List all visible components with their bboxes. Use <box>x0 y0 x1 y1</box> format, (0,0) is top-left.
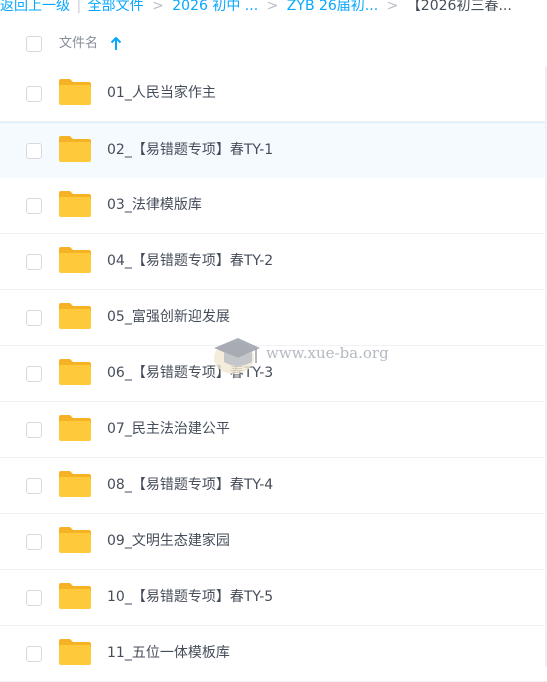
file-row[interactable]: 11_五位一体模板库 <box>0 626 547 682</box>
row-checkbox[interactable] <box>26 198 42 214</box>
row-checkbox[interactable] <box>26 254 42 270</box>
folder-icon <box>59 359 91 385</box>
row-checkbox[interactable] <box>26 86 42 102</box>
folder-icon <box>59 527 91 553</box>
folder-icon <box>59 79 91 105</box>
breadcrumb-divider: | <box>76 0 82 14</box>
folder-icon <box>59 303 91 329</box>
folder-icon <box>59 191 91 217</box>
row-checkbox[interactable] <box>26 478 42 494</box>
file-name[interactable]: 07_民主法治建公平 <box>107 420 230 438</box>
file-name[interactable]: 09_文明生态建家园 <box>107 532 230 550</box>
row-checkbox[interactable] <box>26 422 42 438</box>
breadcrumb-current: 【2026初三春... <box>406 0 512 14</box>
folder-icon <box>59 471 91 497</box>
breadcrumb-level-2[interactable]: ZYB 26届初... <box>287 0 378 13</box>
file-name[interactable]: 08_【易错题专项】春TY-4 <box>107 476 273 494</box>
row-checkbox[interactable] <box>26 143 42 159</box>
file-name[interactable]: 04_【易错题专项】春TY-2 <box>107 252 273 270</box>
file-name[interactable]: 01_人民当家作主 <box>107 84 216 102</box>
breadcrumb-all-files[interactable]: 全部文件 <box>88 0 144 13</box>
graduation-cap-icon <box>214 338 260 374</box>
file-name[interactable]: 10_【易错题专项】春TY-5 <box>107 588 273 606</box>
folder-icon <box>59 583 91 609</box>
file-list-header: 文件名 <box>0 19 547 67</box>
file-row[interactable]: 02_【易错题专项】春TY-1 <box>0 122 547 179</box>
breadcrumb-level-1[interactable]: 2026 初中 ... <box>172 0 258 13</box>
breadcrumb: 返回上一级 | 全部文件 > 2026 初中 ... > ZYB 26届初...… <box>0 0 547 16</box>
breadcrumb-arrow: > <box>266 0 279 14</box>
watermark: www.xue-ba.org <box>208 330 398 380</box>
file-row[interactable]: 07_民主法治建公平 <box>0 402 547 458</box>
row-checkbox[interactable] <box>26 646 42 662</box>
row-checkbox[interactable] <box>26 310 42 326</box>
row-checkbox[interactable] <box>26 534 42 550</box>
breadcrumb-arrow: > <box>386 0 399 14</box>
file-name[interactable]: 02_【易错题专项】春TY-1 <box>107 141 273 159</box>
folder-icon <box>59 639 91 665</box>
row-checkbox[interactable] <box>26 366 42 382</box>
file-name[interactable]: 03_法律模版库 <box>107 196 202 214</box>
watermark-text: www.xue-ba.org <box>266 344 389 362</box>
back-link[interactable]: 返回上一级 <box>0 0 70 13</box>
file-row[interactable]: 04_【易错题专项】春TY-2 <box>0 234 547 290</box>
file-name[interactable]: 11_五位一体模板库 <box>107 644 230 662</box>
column-header-filename[interactable]: 文件名 <box>59 35 98 53</box>
file-row[interactable]: 01_人民当家作主 <box>0 66 547 122</box>
file-row[interactable]: 09_文明生态建家园 <box>0 514 547 570</box>
breadcrumb-arrow: > <box>152 0 164 14</box>
file-row[interactable]: 10_【易错题专项】春TY-5 <box>0 570 547 626</box>
row-checkbox[interactable] <box>26 590 42 606</box>
arrow-up-icon[interactable] <box>110 37 122 51</box>
select-all-checkbox[interactable] <box>26 36 42 52</box>
file-row[interactable]: 08_【易错题专项】春TY-4 <box>0 458 547 514</box>
folder-icon <box>59 247 91 273</box>
folder-icon <box>59 136 91 162</box>
folder-icon <box>59 415 91 441</box>
file-row[interactable]: 03_法律模版库 <box>0 178 547 234</box>
file-name[interactable]: 05_富强创新迎发展 <box>107 308 230 326</box>
